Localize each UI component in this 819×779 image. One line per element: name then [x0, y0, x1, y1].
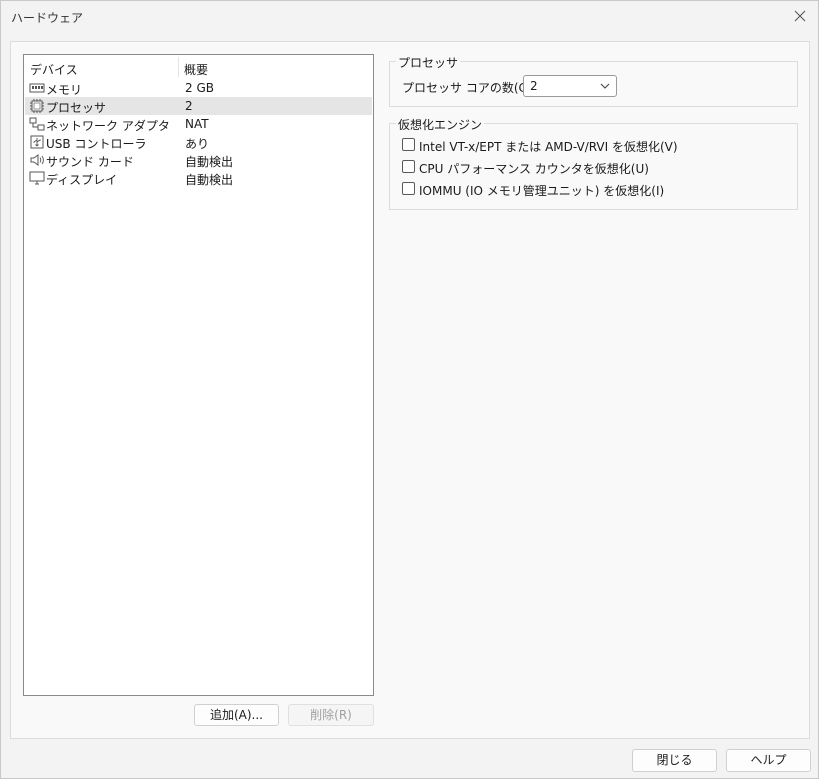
cores-label: プロセッサ コアの数(C):	[402, 81, 536, 95]
device-name: ディスプレイ	[46, 173, 118, 187]
close-button[interactable]: 閉じる	[632, 749, 717, 772]
title-bar: ハードウェア	[1, 1, 818, 33]
device-name: サウンド カード	[46, 155, 134, 169]
window-title: ハードウェア	[11, 11, 84, 25]
device-summary: NAT	[185, 117, 209, 131]
device-summary: あり	[185, 137, 210, 151]
column-header-summary[interactable]: 概要	[184, 61, 208, 78]
processor-group-label: プロセッサ	[396, 54, 461, 71]
device-summary: 自動検出	[185, 173, 234, 187]
virtualize-vtx-checkbox[interactable]	[402, 138, 415, 151]
device-list[interactable]: デバイス 概要 メモリ 2 GB プロセッサ 2 ネットワーク アダプタ NAT…	[23, 54, 374, 696]
network-adapter-icon	[29, 117, 45, 131]
virtualize-iommu-label[interactable]: IOMMU (IO メモリ管理ユニット) を仮想化(I)	[419, 182, 664, 199]
hardware-dialog: ハードウェア デバイス 概要 メモリ 2 GB プロセッサ 2 ネットワーク ア…	[0, 0, 819, 779]
virtualize-vtx-label[interactable]: Intel VT-x/EPT または AMD-V/RVI を仮想化(V)	[419, 138, 678, 155]
cores-select[interactable]: 2	[523, 75, 617, 97]
device-row-network-adapter[interactable]: ネットワーク アダプタ NAT	[25, 115, 372, 133]
virtualization-group: 仮想化エンジン Intel VT-x/EPT または AMD-V/RVI を仮想…	[389, 116, 798, 210]
usb-icon	[30, 135, 44, 149]
virtualization-group-label: 仮想化エンジン	[396, 116, 485, 133]
column-separator[interactable]	[178, 57, 179, 77]
virtualize-iommu-checkbox[interactable]	[402, 182, 415, 195]
processor-icon	[30, 99, 44, 113]
help-button[interactable]: ヘルプ	[726, 749, 811, 772]
close-icon	[794, 10, 806, 22]
remove-device-button[interactable]: 削除(R)	[288, 704, 374, 726]
device-list-header: デバイス 概要	[24, 55, 373, 79]
device-row-processor[interactable]: プロセッサ 2	[25, 97, 372, 115]
add-device-button[interactable]: 追加(A)...	[194, 704, 279, 726]
device-row-memory[interactable]: メモリ 2 GB	[25, 79, 372, 97]
device-name: USB コントローラ	[46, 137, 147, 151]
device-row-usb-controller[interactable]: USB コントローラ あり	[25, 133, 372, 151]
cores-select-value: 2	[530, 79, 538, 93]
processor-group: プロセッサ プロセッサ コアの数(C): 2	[389, 54, 798, 107]
close-window-button[interactable]	[788, 5, 812, 27]
device-row-sound-card[interactable]: サウンド カード 自動検出	[25, 151, 372, 169]
column-header-device[interactable]: デバイス	[30, 61, 78, 78]
virtualize-cpu-counters-label[interactable]: CPU パフォーマンス カウンタを仮想化(U)	[419, 160, 649, 177]
device-summary: 自動検出	[185, 155, 234, 169]
speaker-icon	[30, 154, 44, 166]
monitor-icon	[29, 171, 45, 185]
device-name: メモリ	[46, 83, 83, 97]
device-name: プロセッサ	[46, 101, 107, 115]
device-row-display[interactable]: ディスプレイ 自動検出	[25, 169, 372, 187]
memory-icon	[29, 83, 45, 93]
chevron-down-icon	[600, 83, 610, 89]
virtualize-cpu-counters-checkbox[interactable]	[402, 160, 415, 173]
device-summary: 2 GB	[185, 81, 214, 95]
device-summary: 2	[185, 99, 193, 113]
device-name: ネットワーク アダプタ	[46, 119, 170, 133]
